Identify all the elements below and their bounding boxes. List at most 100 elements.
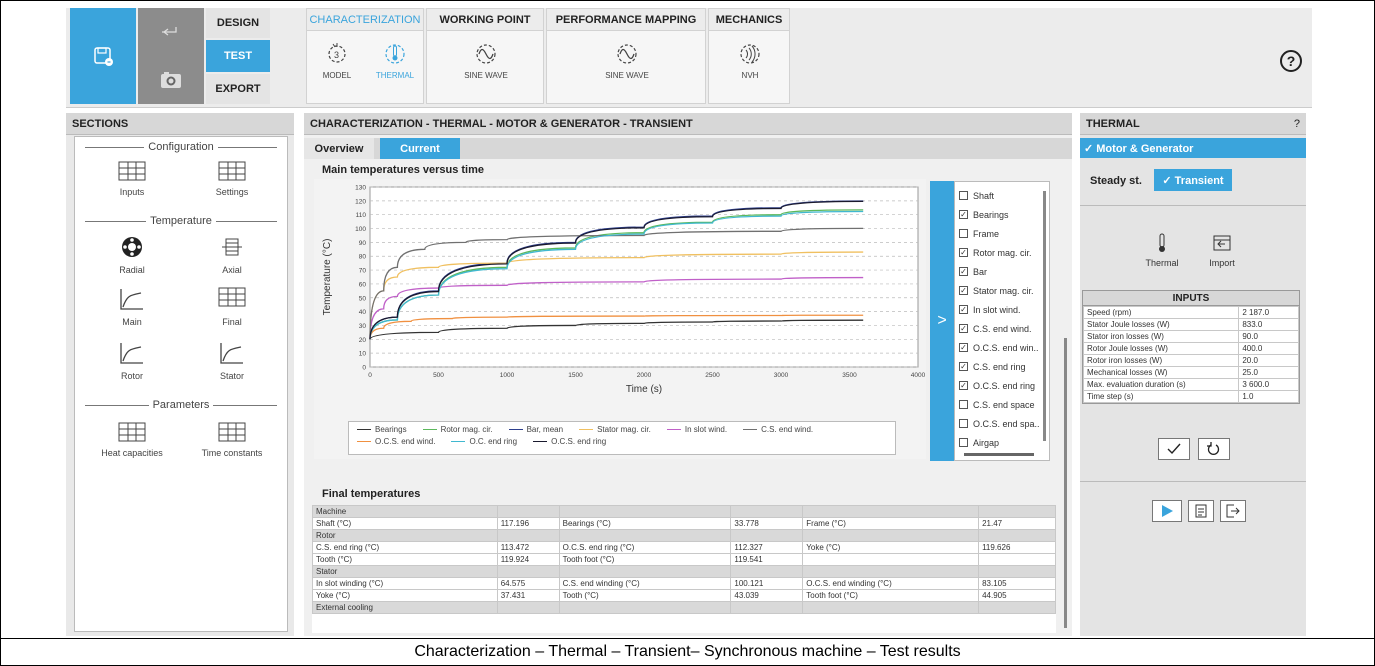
y-tick-label: 0 [362, 365, 366, 372]
tab-current[interactable]: Current [380, 138, 460, 159]
checkbox-checked-icon[interactable]: ✓ [959, 210, 968, 219]
tab-working-point[interactable]: WORKING POINT [427, 9, 543, 31]
transient-button[interactable]: ✓ Transient [1154, 169, 1232, 191]
checkbox-checked-icon[interactable]: ✓ [959, 324, 968, 333]
legend-label: O.C.S. end wind. [375, 437, 436, 446]
mode-test[interactable]: TEST [206, 40, 270, 72]
mode-design[interactable]: DESIGN [206, 8, 270, 38]
table-cell: Tooth foot (°C) [802, 589, 980, 602]
tab-overview[interactable]: Overview [304, 138, 374, 159]
series-checkbox[interactable]: ✓ C.S. end ring [959, 357, 1045, 376]
checkbox-checked-icon[interactable]: ✓ [959, 305, 968, 314]
series-checkbox[interactable]: ✓ O.C.S. end win.. [959, 338, 1045, 357]
series-checkbox[interactable]: ✓ Rotor mag. cir. [959, 243, 1045, 262]
section-item-radial[interactable]: Radial [87, 235, 177, 275]
checkbox-checked-icon[interactable]: ✓ [959, 248, 968, 257]
help-button[interactable]: ? [1280, 50, 1302, 72]
table-cell [730, 529, 804, 542]
mode-export[interactable]: EXPORT [206, 74, 270, 104]
checkbox-empty-icon[interactable] [959, 438, 968, 447]
tab-mechanics[interactable]: MECHANICS [709, 9, 789, 31]
checkbox-empty-icon[interactable] [959, 400, 968, 409]
line-chart-icon [120, 289, 143, 310]
checkbox-empty-icon[interactable] [959, 419, 968, 428]
main-scrollbar[interactable] [1064, 338, 1067, 628]
tool-sine-wave-pm[interactable]: SINE WAVE [597, 37, 657, 97]
thermal-help-icon[interactable]: ? [1294, 118, 1300, 130]
input-value[interactable]: 1.0 [1238, 390, 1299, 403]
checkbox-checked-icon[interactable]: ✓ [959, 381, 968, 390]
checkbox-checked-icon[interactable]: ✓ [959, 267, 968, 276]
series-selector: Shaft ✓ Bearings Frame ✓ Rotor mag. cir. ✓ Bar ✓… [954, 181, 1050, 461]
series-checkbox[interactable]: Frame [959, 224, 1045, 243]
tool-sine-wave-wp[interactable]: SINE WAVE [456, 37, 516, 97]
input-value[interactable]: 400.0 [1238, 342, 1299, 355]
section-item-rotor[interactable]: Rotor [87, 341, 177, 381]
chevron-right-icon: > [937, 312, 947, 329]
run-button[interactable] [1152, 500, 1182, 522]
validate-button[interactable] [1158, 438, 1190, 460]
reset-icon [1207, 442, 1220, 455]
series-checkbox-label: O.C.S. end spa.. [973, 418, 1040, 429]
series-checkbox[interactable]: Shaft [959, 186, 1045, 205]
series-checkbox[interactable]: O.C.S. end spa.. [959, 414, 1045, 433]
tool-nvh[interactable]: NVH [720, 37, 780, 97]
input-value[interactable]: 833.0 [1238, 318, 1299, 331]
checkbox-empty-icon[interactable] [959, 191, 968, 200]
series-checkbox-label: C.S. end ring [973, 361, 1026, 372]
tab-performance-mapping[interactable]: PERFORMANCE MAPPING [547, 9, 705, 31]
input-row: Stator iron losses (W) 90.0 [1082, 330, 1299, 343]
checkbox-checked-icon[interactable]: ✓ [959, 343, 968, 352]
series-checkbox[interactable]: ✓ O.C.S. end ring [959, 376, 1045, 395]
tab-characterization[interactable]: CHARACTERIZATION [307, 9, 423, 31]
section-item-final[interactable]: Final [187, 287, 277, 327]
input-value[interactable]: 25.0 [1238, 366, 1299, 379]
legend-item: Bar, mean [508, 425, 563, 434]
x-tick-label: 2000 [637, 372, 652, 379]
series-checkbox[interactable]: ✓ Bearings [959, 205, 1045, 224]
camera-button[interactable] [138, 56, 204, 104]
exit-button[interactable] [1220, 500, 1246, 522]
section-item-label: Inputs [119, 187, 145, 197]
section-item-main[interactable]: Main [87, 287, 177, 327]
legend-swatch [579, 429, 594, 430]
series-checkbox[interactable]: C.S. end space [959, 395, 1045, 414]
input-value[interactable]: 2 187.0 [1238, 306, 1299, 319]
table-cell: 112.327 [730, 541, 804, 554]
section-item-time-constants[interactable]: Time constants [187, 422, 277, 458]
input-value[interactable]: 20.0 [1238, 354, 1299, 367]
series-checkbox[interactable]: Airgap [959, 433, 1045, 452]
section-item-axial[interactable]: Axial [187, 235, 277, 275]
checkbox-empty-icon[interactable] [959, 229, 968, 238]
selector-expand-button[interactable]: > [930, 181, 954, 461]
thermal-action[interactable]: Thermal [1142, 233, 1182, 268]
motor-generator-selector[interactable]: ✓ Motor & Generator [1080, 138, 1306, 158]
checkbox-checked-icon[interactable]: ✓ [959, 286, 968, 295]
section-item-settings[interactable]: Settings [187, 161, 277, 197]
series-checkbox-label: Rotor mag. cir. [973, 247, 1032, 258]
reset-button[interactable] [1198, 438, 1230, 460]
series-checkbox[interactable]: ✓ C.S. end wind. [959, 319, 1045, 338]
section-item-heat-capacities[interactable]: Heat capacities [87, 422, 177, 458]
selector-hscroll[interactable] [964, 453, 1034, 456]
report-button[interactable] [1188, 500, 1214, 522]
input-value[interactable]: 3 600.0 [1238, 378, 1299, 391]
series-checkbox[interactable]: ✓ Bar [959, 262, 1045, 281]
input-value[interactable]: 90.0 [1238, 330, 1299, 343]
table-cell: 83.105 [978, 577, 1056, 590]
x-tick-label: 3000 [774, 372, 789, 379]
selector-vscroll[interactable] [1043, 191, 1046, 441]
save-button[interactable] [70, 8, 136, 104]
series-checkbox[interactable]: ✓ Stator mag. cir. [959, 281, 1045, 300]
x-axis-label: Time (s) [626, 384, 662, 395]
steady-state-button[interactable]: Steady st. [1084, 170, 1148, 192]
section-item-stator[interactable]: Stator [187, 341, 277, 381]
tool-model[interactable]: 3 MODEL [307, 37, 367, 97]
section-item-inputs[interactable]: Inputs [87, 161, 177, 197]
series-checkbox-label: Shaft [973, 190, 995, 201]
tool-thermal[interactable]: THERMAL [365, 37, 425, 97]
undo-button[interactable] [138, 8, 204, 56]
import-action[interactable]: Import [1202, 235, 1242, 268]
checkbox-checked-icon[interactable]: ✓ [959, 362, 968, 371]
series-checkbox[interactable]: ✓ In slot wind. [959, 300, 1045, 319]
